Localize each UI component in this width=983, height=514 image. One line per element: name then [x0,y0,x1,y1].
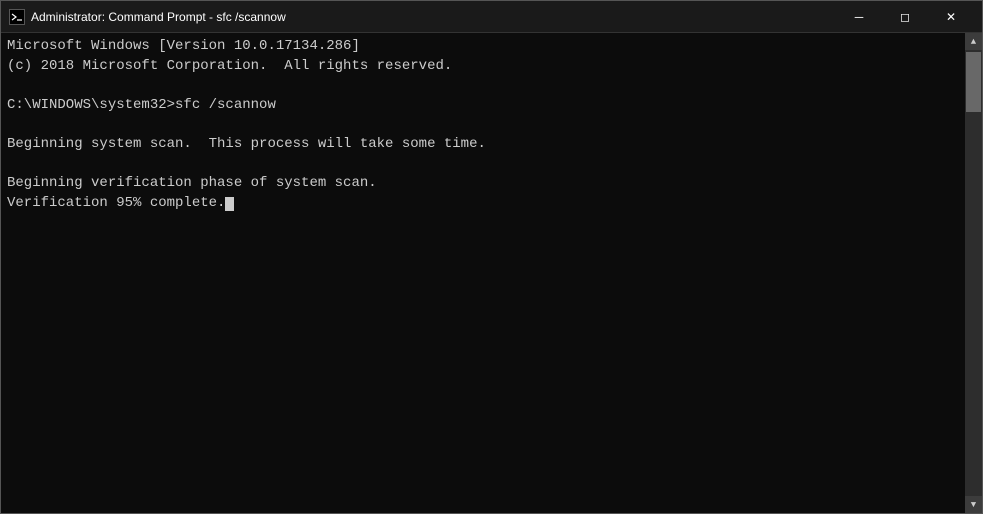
close-button[interactable]: ✕ [928,1,974,33]
scroll-up-arrow[interactable]: ▲ [965,33,982,50]
title-bar: Administrator: Command Prompt - sfc /sca… [1,1,982,33]
console-body: Microsoft Windows [Version 10.0.17134.28… [1,33,982,513]
title-bar-left: Administrator: Command Prompt - sfc /sca… [9,9,286,25]
minimize-button[interactable]: ─ [836,1,882,33]
window-title: Administrator: Command Prompt - sfc /sca… [31,10,286,24]
console-output[interactable]: Microsoft Windows [Version 10.0.17134.28… [1,33,965,513]
cmd-icon [9,9,25,25]
scroll-down-arrow[interactable]: ▼ [965,496,982,513]
scroll-track [965,50,982,496]
scroll-thumb[interactable] [966,52,981,112]
maximize-button[interactable]: ◻ [882,1,928,33]
scrollbar: ▲ ▼ [965,33,982,513]
cmd-window: Administrator: Command Prompt - sfc /sca… [0,0,983,514]
title-bar-controls: ─ ◻ ✕ [836,1,974,33]
cursor [225,197,234,211]
